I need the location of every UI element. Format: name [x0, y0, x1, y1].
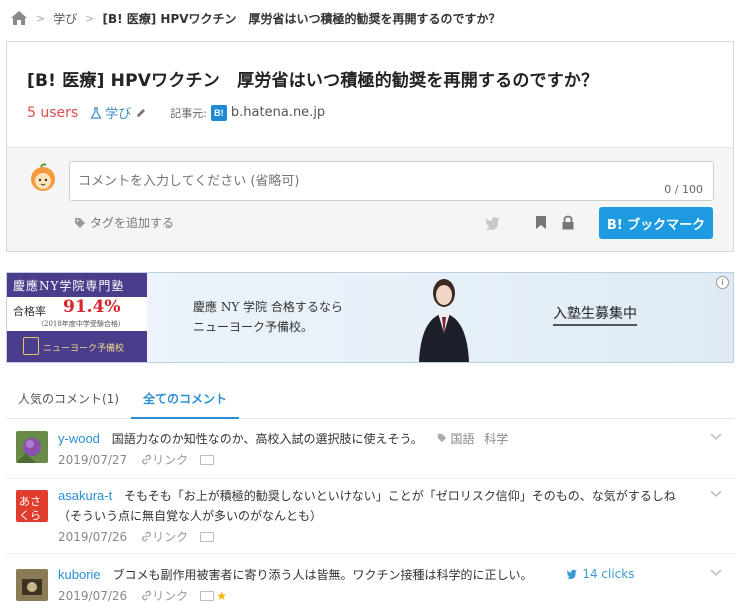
tweet-clicks[interactable]: 14 clicks	[566, 564, 634, 584]
svg-text:あさ: あさ	[19, 495, 41, 508]
comment-item: y-wood 国語力なのか知性なのか、高校入試の選択肢に使えそう。 国語 科学 …	[6, 425, 734, 479]
source-label: 記事元:	[170, 106, 207, 120]
svg-text:くら: くら	[19, 509, 41, 522]
comment-date[interactable]: 2019/07/26	[58, 589, 127, 603]
source-domain[interactable]: b.hatena.ne.jp	[231, 105, 325, 120]
hatena-b-icon: B!	[210, 104, 227, 121]
ad-school-name: 慶應NY学院専門塾	[13, 279, 125, 293]
comment-tabs: 人気のコメント(1) 全てのコメント	[6, 384, 734, 419]
comment-text: ブコメも副作用被害者に寄り添う人は皆無。ワクチン接種は科学的に正しい。	[112, 568, 533, 582]
tag-icon	[75, 217, 85, 228]
breadcrumb-category[interactable]: 学び	[53, 10, 77, 27]
comment-item: あさ くら asakura-t そもそも「お上が積極的勧奨しないといけない」こと…	[6, 482, 734, 554]
avatar[interactable]: あさ くら	[16, 490, 48, 522]
breadcrumb-current: [B! 医療] HPVワクチン 厚労省はいつ積極的勧奨を再開するのですか？	[102, 11, 501, 26]
comment-username[interactable]: y-wood	[58, 431, 100, 446]
entry-title[interactable]: [B! 医療] HPVワクチン 厚労省はいつ積極的勧奨を再開するのですか？	[27, 66, 733, 91]
ad-rate-value: 91.4%	[63, 297, 121, 317]
tag-icon	[437, 433, 446, 443]
chevron-down-icon[interactable]	[710, 490, 722, 498]
comment-date[interactable]: 2019/07/26	[58, 530, 127, 544]
comment-item: kuborie ブコメも副作用被害者に寄り添う人は皆無。ワクチン接種は科学的に正…	[6, 559, 734, 609]
ad-banner[interactable]: 慶應NY学院専門塾 合格率 91.4% （2018年度中学受験合格） ニューヨー…	[6, 272, 734, 363]
link-icon	[142, 531, 152, 542]
link-icon	[142, 454, 152, 465]
add-tag-label: タグを追加する	[90, 216, 175, 230]
comment-link[interactable]: リンク	[141, 451, 188, 468]
users-count[interactable]: 5 users	[27, 105, 78, 121]
category-label: 学び	[105, 107, 132, 122]
chevron-down-icon[interactable]	[710, 569, 722, 577]
comment-tag[interactable]: 国語	[450, 432, 474, 446]
comment-link-label: リンク	[152, 589, 189, 603]
bookmark-icon[interactable]	[535, 215, 547, 230]
embed-image-icon[interactable]	[200, 590, 215, 601]
comment-text: 国語力なのか知性なのか、高校入試の選択肢に使えそう。	[111, 432, 423, 446]
comment-link[interactable]: リンク	[141, 587, 188, 604]
entry-card: [B! 医療] HPVワクチン 厚労省はいつ積極的勧奨を再開するのですか？ 5 …	[6, 41, 734, 252]
ad-rate-note: （2018年度中学受験合格）	[37, 320, 125, 328]
comment-composer: 0 / 100 タグを追加する B! ブックマーク	[7, 147, 733, 251]
home-icon[interactable]	[10, 10, 28, 26]
add-tag-button[interactable]: タグを追加する	[74, 214, 174, 231]
chevron-right-icon: >	[36, 11, 46, 25]
embed-image-icon[interactable]	[200, 531, 215, 542]
ad-copy: 慶應 NY 学院 合格するなら ニューヨーク予備校。	[193, 297, 343, 337]
embed-image-icon[interactable]	[200, 454, 215, 465]
ad-info-icon[interactable]: i	[716, 276, 729, 289]
flask-icon	[90, 106, 102, 119]
comment-tag[interactable]: 科学	[484, 432, 508, 446]
user-avatar	[31, 163, 55, 191]
tweet-clicks-label: 14 clicks	[582, 567, 635, 581]
link-icon	[142, 590, 152, 601]
comment-input[interactable]	[69, 161, 714, 201]
pencil-icon[interactable]	[135, 107, 147, 119]
ad-yobi-name: ニューヨーク予備校	[43, 344, 125, 354]
twitter-icon[interactable]	[485, 216, 501, 230]
comment-tags: 国語 科学	[437, 432, 515, 446]
twitter-icon	[566, 569, 578, 579]
ad-logo-panel: 慶應NY学院専門塾 合格率 91.4% （2018年度中学受験合格） ニューヨー…	[7, 273, 147, 362]
emblem-icon	[23, 337, 39, 355]
comment-char-count: 0 / 100	[664, 183, 703, 196]
chevron-down-icon[interactable]	[710, 433, 722, 441]
avatar[interactable]	[16, 431, 48, 463]
ad-cta[interactable]: 入塾生募集中	[553, 303, 637, 326]
ad-copy-line2: ニューヨーク予備校。	[193, 320, 314, 334]
comment-username[interactable]: asakura-t	[58, 488, 112, 503]
tab-popular-comments[interactable]: 人気のコメント(1)	[6, 384, 131, 419]
ad-student-image	[419, 279, 469, 362]
avatar[interactable]	[16, 569, 48, 601]
lock-icon[interactable]	[561, 215, 575, 230]
comment-link[interactable]: リンク	[141, 528, 188, 545]
star-icon[interactable]: ★	[216, 589, 227, 603]
tab-all-comments[interactable]: 全てのコメント	[131, 384, 240, 419]
category-link[interactable]: 学び	[90, 103, 150, 122]
comment-date[interactable]: 2019/07/27	[58, 453, 127, 467]
breadcrumb: > 学び > [B! 医療] HPVワクチン 厚労省はいつ積極的勧奨を再開するの…	[0, 0, 737, 36]
comment-text: そもそも「お上が積極的勧奨しないといけない」ことが「ゼロリスク信仰」そのもの、な…	[58, 489, 676, 523]
ad-copy-line1: 慶應 NY 学院 合格するなら	[193, 300, 343, 314]
chevron-right-icon: >	[85, 11, 95, 25]
comment-username[interactable]: kuborie	[58, 567, 101, 582]
ad-rate-label: 合格率	[13, 305, 46, 318]
comment-link-label: リンク	[152, 530, 189, 544]
bookmark-button[interactable]: B! ブックマーク	[599, 207, 713, 239]
comment-link-label: リンク	[152, 453, 189, 467]
